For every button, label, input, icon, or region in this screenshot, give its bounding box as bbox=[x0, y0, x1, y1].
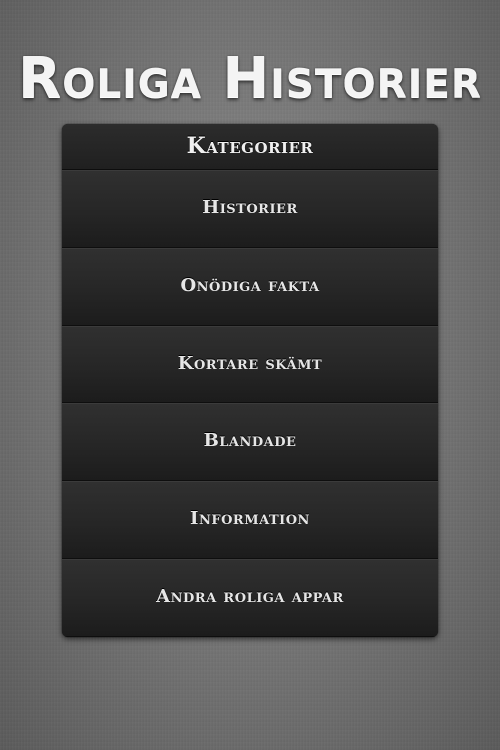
category-menu: Kategorier Historier Onödiga fakta Korta… bbox=[62, 124, 438, 637]
menu-item-kortare-skamt[interactable]: Kortare skämt bbox=[62, 325, 438, 404]
menu-item-information[interactable]: Information bbox=[62, 481, 438, 559]
menu-header: Kategorier bbox=[62, 124, 438, 170]
menu-item-onodiga-fakta[interactable]: Onödiga fakta bbox=[62, 247, 438, 326]
app-title: Roliga Historier bbox=[18, 46, 482, 111]
menu-item-historier[interactable]: Historier bbox=[62, 170, 438, 248]
menu-item-andra-roliga-appar[interactable]: Andra roliga appar bbox=[62, 558, 438, 637]
menu-item-blandade[interactable]: Blandade bbox=[62, 403, 438, 482]
